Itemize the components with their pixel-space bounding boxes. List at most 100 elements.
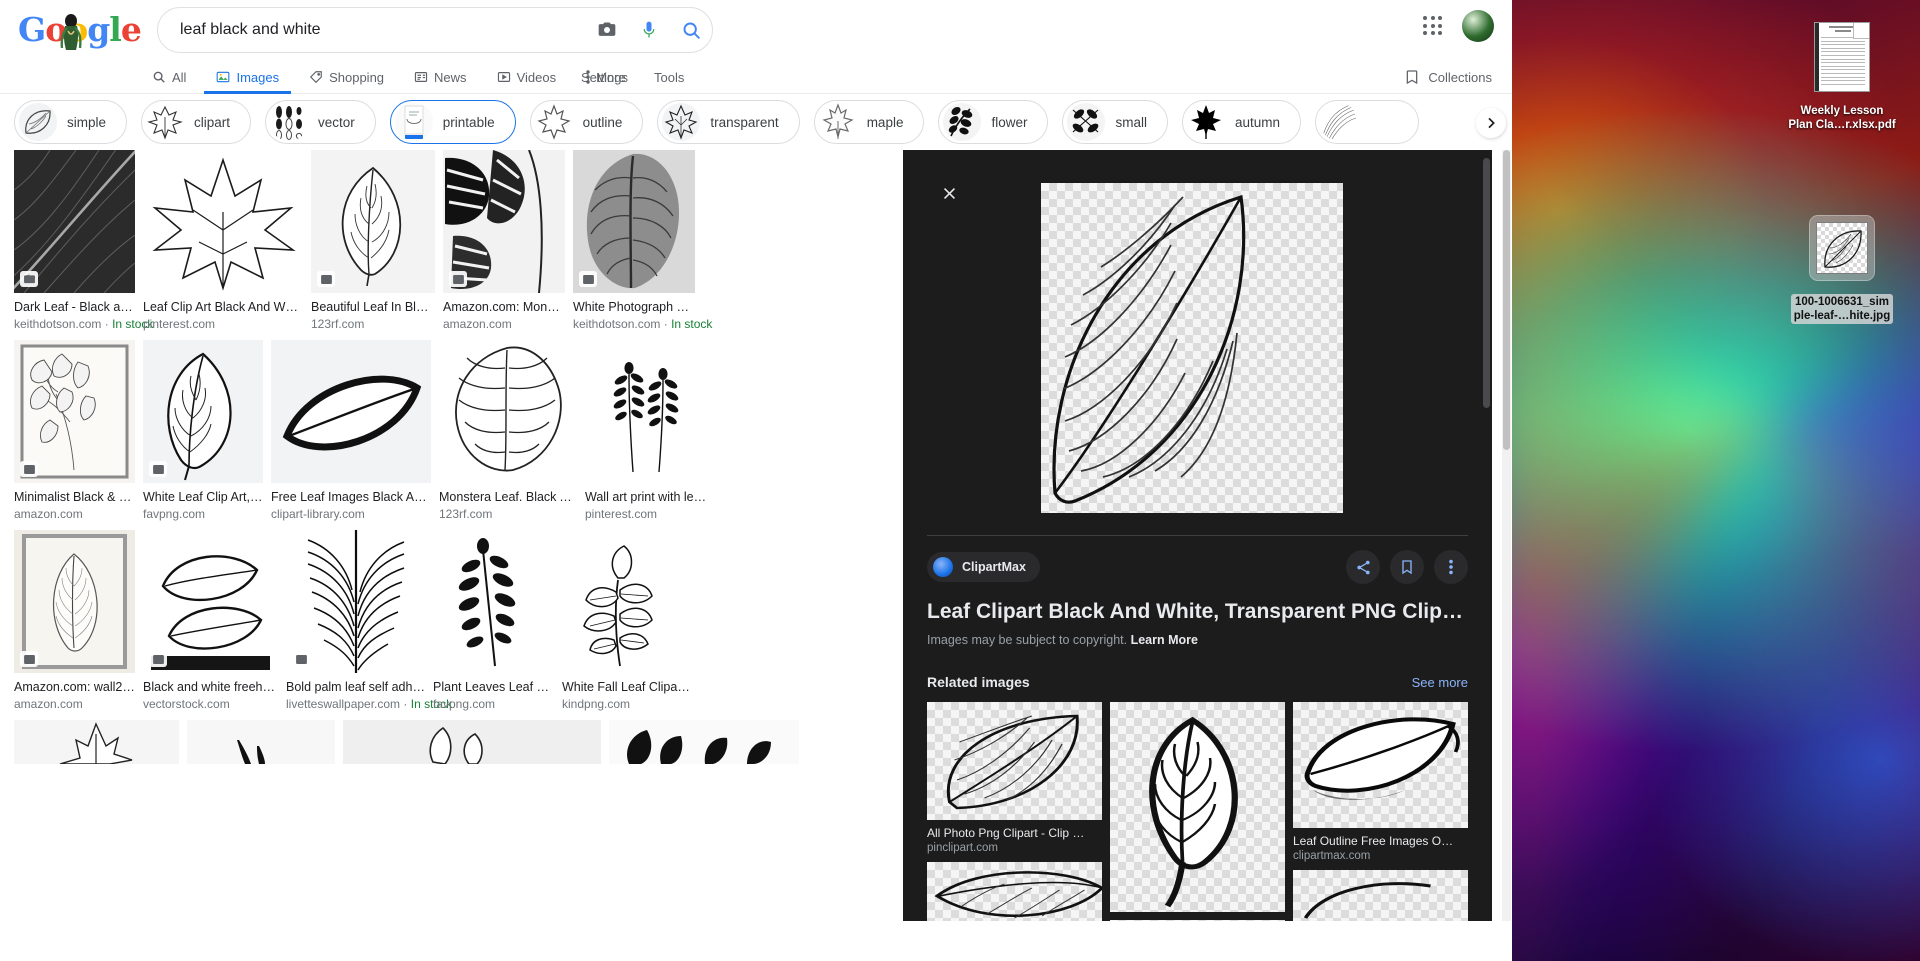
apps-grid-icon[interactable] [1418,11,1448,41]
result-thumbnail[interactable] [143,530,278,673]
learn-more-link[interactable]: Learn More [1131,633,1198,647]
result-thumbnail[interactable] [609,720,799,764]
result-thumbnail[interactable] [14,720,179,764]
result-card[interactable] [609,720,799,764]
tab-videos[interactable]: Videos [485,60,569,94]
result-card[interactable]: Beautiful Leaf In Black A… 123rf.com [311,150,435,332]
result-card[interactable]: Minimalist Black & Whi… amazon.com [14,340,135,522]
related-card[interactable] [1110,702,1285,912]
result-card[interactable]: Bold palm leaf self adhesive… livetteswa… [286,530,452,712]
result-card[interactable]: Black and white freehand … vectorstock.c… [143,530,278,712]
tab-shopping[interactable]: Shopping [297,60,396,94]
result-title: Dark Leaf - Black and … [14,300,135,314]
result-thumbnail[interactable] [311,150,435,293]
settings-button[interactable]: Settings [573,70,636,85]
result-thumbnail[interactable] [286,530,425,673]
tab-images[interactable]: Images [204,60,291,94]
chip-overflow[interactable] [1315,100,1420,144]
result-card[interactable]: White Fall Leaf Clipart Bl… kindpng.com [562,530,693,712]
result-card[interactable]: Monstera Leaf. Black And … 123rf.com [439,340,577,522]
chip-printable[interactable]: printable [389,100,516,144]
related-thumbnail[interactable] [927,702,1102,820]
related-thumbnail[interactable] [1110,702,1285,912]
page-scrollbar-thumb[interactable] [1503,150,1510,450]
result-card[interactable]: Plant Leaves Leaf Blac… favpng.com [433,530,554,712]
result-thumbnail[interactable] [143,340,263,483]
result-card[interactable]: Wall art print with leav… pinterest.com [585,340,707,522]
camera-icon[interactable] [586,7,628,53]
related-thumbnail[interactable] [1293,870,1468,921]
result-card[interactable]: Amazon.com: wall26 - … amazon.com [14,530,135,712]
panel-title[interactable]: Leaf Clipart Black And White, Transparen… [927,598,1468,626]
result-thumbnail[interactable] [343,720,601,764]
tools-button[interactable]: Tools [646,70,692,85]
see-more-link[interactable]: See more [1412,675,1468,690]
chip-maple[interactable]: maple [813,100,925,144]
search-box[interactable] [157,7,713,53]
result-thumbnail[interactable] [14,340,135,483]
more-vertical-icon[interactable] [1434,550,1468,584]
image-type-badge [20,651,38,667]
page-scrollbar[interactable] [1502,150,1511,921]
google-logo[interactable]: Google [18,10,142,50]
result-thumbnail[interactable] [443,150,565,293]
news-icon [414,72,428,82]
chip-outline[interactable]: outline [529,100,644,144]
desktop-icon-leaf-jpg[interactable]: 100-1006631_sim ple-leaf-…hite.jpg [1772,215,1912,324]
result-thumbnail[interactable] [14,150,135,293]
chip-transparent[interactable]: transparent [657,100,800,144]
result-thumbnail[interactable] [585,340,707,483]
mic-icon[interactable] [628,7,670,53]
hero-image[interactable] [1041,183,1343,513]
chip-autumn[interactable]: autumn [1182,100,1302,144]
result-title: Leaf Clip Art Black And White Cli… [143,300,303,314]
source-chip[interactable]: ClipartMax [927,552,1040,582]
related-card[interactable] [1110,920,1285,921]
related-card[interactable] [927,862,1102,921]
chip-clipart[interactable]: clipart [141,100,252,144]
related-card[interactable]: All Photo Png Clipart - Clip … pinclipar… [927,702,1102,854]
globe-favicon-icon [933,557,953,577]
result-thumbnail[interactable] [562,530,693,673]
result-source: vectorstock.com [143,697,230,711]
chevron-right-icon[interactable] [1476,108,1506,138]
collections-button[interactable]: Collections [1404,60,1492,94]
share-icon[interactable] [1346,550,1380,584]
close-icon[interactable] [933,177,965,209]
related-thumbnail[interactable] [1293,702,1468,828]
result-thumbnail[interactable] [573,150,695,293]
result-card[interactable]: Leaf Clip Art Black And White Cli… pinte… [143,150,303,332]
desktop-icon-weekly-lesson-plan[interactable]: Weekly Lesson Plan Cla…r.xlsx.pdf [1772,22,1912,132]
result-card[interactable]: Dark Leaf - Black and … keithdotson.com … [14,150,153,332]
result-card[interactable] [343,720,601,764]
related-thumbnail[interactable] [927,862,1102,921]
chip-vector[interactable]: vector [265,100,376,144]
chip-simple[interactable]: simple [14,100,128,144]
result-thumbnail[interactable] [187,720,335,764]
chip-small[interactable]: small [1062,100,1168,144]
panel-scrollbar-thumb[interactable] [1483,158,1490,408]
related-card[interactable]: Leaf Outline Free Images O… clipartmax.c… [1293,702,1468,862]
avatar[interactable] [1462,10,1494,42]
chip-flower[interactable]: flower [938,100,1049,144]
related-thumbnail[interactable] [1110,920,1285,921]
chip-thumb-clipart [146,103,185,141]
result-thumbnail[interactable] [433,530,554,673]
result-source: amazon.com [443,317,512,331]
tab-news[interactable]: News [402,60,479,94]
result-thumbnail[interactable] [143,150,303,293]
related-card[interactable] [1293,870,1468,921]
search-submit-icon[interactable] [670,7,712,53]
result-card[interactable] [14,720,179,764]
result-card[interactable]: White Photograph of a … keithdotson.com … [573,150,712,332]
tab-all[interactable]: All [140,60,198,94]
result-thumbnail[interactable] [439,340,577,483]
result-card[interactable] [187,720,335,764]
result-card[interactable]: Free Leaf Images Black And … clipart-lib… [271,340,431,522]
result-thumbnail[interactable] [271,340,431,483]
result-thumbnail[interactable] [14,530,135,673]
result-card[interactable]: White Leaf Clip Art, PN… favpng.com [143,340,263,522]
result-card[interactable]: Amazon.com: Monster… amazon.com [443,150,565,332]
search-input[interactable] [158,21,586,39]
bookmark-icon[interactable] [1390,550,1424,584]
